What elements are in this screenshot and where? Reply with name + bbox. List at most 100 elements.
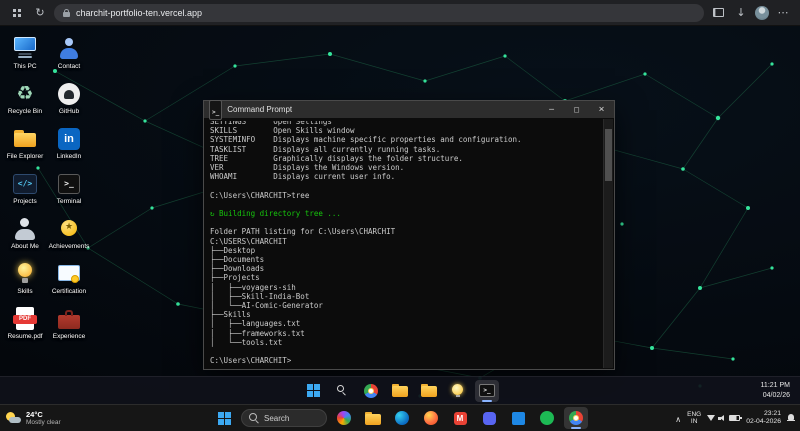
battery-icon — [729, 415, 742, 421]
spotify-icon[interactable] — [535, 407, 559, 429]
terminal-glyph — [479, 384, 495, 397]
trophy-icon — [54, 216, 84, 242]
desktop-icon-experience[interactable]: Experience — [48, 304, 90, 349]
edge-icon[interactable] — [390, 407, 414, 429]
desktop-icon-projects[interactable]: Projects — [4, 169, 46, 214]
discord-glyph — [482, 411, 496, 425]
profile-avatar[interactable] — [755, 5, 769, 20]
spinner-icon: ↻ — [210, 209, 220, 219]
folder-glyph — [365, 411, 381, 425]
lock-icon — [63, 8, 70, 17]
command-prompt-titlebar[interactable]: Command Prompt — [204, 99, 614, 120]
desktop-icon-label: Experience — [52, 333, 86, 340]
windows-logo-icon — [217, 411, 231, 425]
folder-icon[interactable] — [417, 380, 441, 402]
portfolio-time: 11:21 PM — [760, 382, 790, 390]
desktop-icon-resume-pdf[interactable]: Resume.pdf — [4, 304, 46, 349]
weather-widget[interactable]: 24°C Mostly clear — [6, 410, 61, 427]
terminal-scrollbar[interactable] — [603, 119, 613, 368]
terminal-line: C:\USERS\CHARCHIT — [210, 236, 287, 246]
copilot-glyph — [337, 411, 351, 425]
bookmark-star-icon[interactable] — [677, 4, 695, 22]
browser-menu-icon[interactable] — [774, 4, 792, 22]
lightbulb-icon[interactable] — [446, 380, 470, 402]
refresh-icon[interactable] — [31, 4, 49, 22]
window-title: Command Prompt — [227, 105, 293, 114]
firefox-icon[interactable] — [419, 407, 443, 429]
desktop-icon-grid: This PC Contact Recycle Bin GitHub File … — [4, 34, 90, 349]
quick-settings[interactable] — [707, 414, 742, 422]
desktop-icon-recycle-bin[interactable]: Recycle Bin — [4, 79, 46, 124]
terminal-line: │ ├──voyagers-sih — [210, 282, 296, 292]
desktop-icon-label: LinkedIn — [56, 153, 82, 160]
person-icon — [10, 216, 40, 242]
scrollbar-thumb[interactable] — [605, 129, 612, 181]
tray-date: 02-04-2026 — [746, 418, 781, 425]
desktop-icon-label: Terminal — [56, 198, 82, 205]
volume-icon — [718, 414, 726, 422]
notifications-icon[interactable] — [787, 413, 795, 423]
portfolio-clock[interactable]: 11:21 PM 04/02/26 — [761, 377, 790, 404]
portfolio-date: 04/02/26 — [762, 391, 790, 399]
terminal-output[interactable]: SETTINGS Open Settings SKILLS Open Skills… — [204, 118, 614, 369]
portfolio-taskbar: 11:21 PM 04/02/26 — [0, 376, 800, 404]
split-screen-icon[interactable] — [709, 4, 727, 22]
screen: charchit-portfolio-ten.vercel.app — [0, 0, 800, 431]
language-indicator[interactable]: ENG IN — [687, 411, 701, 426]
desktop-icon-about-me[interactable]: About Me — [4, 214, 46, 259]
terminal-line: C:\Users\CHARCHIT> — [210, 356, 292, 366]
desktop-icon-github[interactable]: GitHub — [48, 79, 90, 124]
clock[interactable]: 23:21 02-04-2026 — [746, 410, 781, 426]
vscode-icon[interactable] — [506, 407, 530, 429]
tab-overview-icon[interactable] — [8, 4, 26, 22]
chrome-icon[interactable] — [564, 407, 588, 429]
desktop-icon-contact[interactable]: Contact — [48, 34, 90, 79]
terminal-line: │ ├──languages.txt — [210, 319, 301, 329]
start-icon[interactable] — [301, 380, 325, 402]
minimize-button[interactable] — [539, 101, 564, 118]
recycle-icon — [10, 81, 40, 107]
desktop-icon-file-explorer[interactable]: File Explorer — [4, 124, 46, 169]
wifi-icon — [707, 415, 716, 421]
start-glyph — [306, 384, 320, 397]
desktop-icon-label: Projects — [13, 198, 37, 205]
maximize-button[interactable] — [564, 101, 589, 118]
close-button[interactable] — [589, 101, 614, 118]
gmail-icon[interactable] — [448, 407, 472, 429]
folder-glyph — [421, 384, 437, 397]
certificate-icon — [54, 261, 84, 287]
terminal-icon[interactable] — [475, 379, 499, 402]
copilot-icon[interactable] — [332, 407, 356, 429]
chrome-glyph — [364, 383, 378, 398]
desktop-icon-certification[interactable]: Certification — [48, 259, 90, 304]
search-icon[interactable] — [330, 380, 354, 402]
taskbar-search[interactable]: Search — [241, 409, 327, 427]
search-label: Search — [264, 413, 290, 423]
windows-taskbar: 24°C Mostly clear Search ENG IN — [0, 404, 800, 431]
command-prompt-window: Command Prompt SETTINGS Open SettingsSKI… — [203, 99, 615, 370]
terminal-line: SKILLS Open Skills window — [210, 126, 355, 136]
address-bar[interactable]: charchit-portfolio-ten.vercel.app — [54, 3, 704, 22]
folder-icon[interactable] — [361, 407, 385, 429]
desktop-icon-linkedin[interactable]: LinkedIn — [48, 124, 90, 169]
start-button[interactable] — [212, 407, 236, 429]
region-code: IN — [690, 418, 698, 425]
search-icon — [249, 413, 259, 423]
folder-icon — [10, 126, 40, 152]
chrome-glyph — [569, 411, 583, 425]
terminal-line: TREE Graphically displays the folder str… — [210, 153, 463, 163]
discord-icon[interactable] — [477, 407, 501, 429]
desktop-icon-this-pc[interactable]: This PC — [4, 34, 46, 79]
terminal-line: │ ├──Skill-India-Bot — [210, 291, 310, 301]
chrome-icon[interactable] — [359, 380, 383, 402]
desktop-icon-achievements[interactable]: Achievements — [48, 214, 90, 259]
desktop-icon-terminal[interactable]: Terminal — [48, 169, 90, 214]
desktop-icon-skills[interactable]: Skills — [4, 259, 46, 304]
edge-glyph — [395, 411, 409, 425]
tray-chevron-icon[interactable] — [675, 409, 681, 427]
downloads-icon[interactable] — [732, 4, 750, 22]
folder-icon[interactable] — [388, 380, 412, 402]
vscode-glyph — [511, 411, 525, 425]
